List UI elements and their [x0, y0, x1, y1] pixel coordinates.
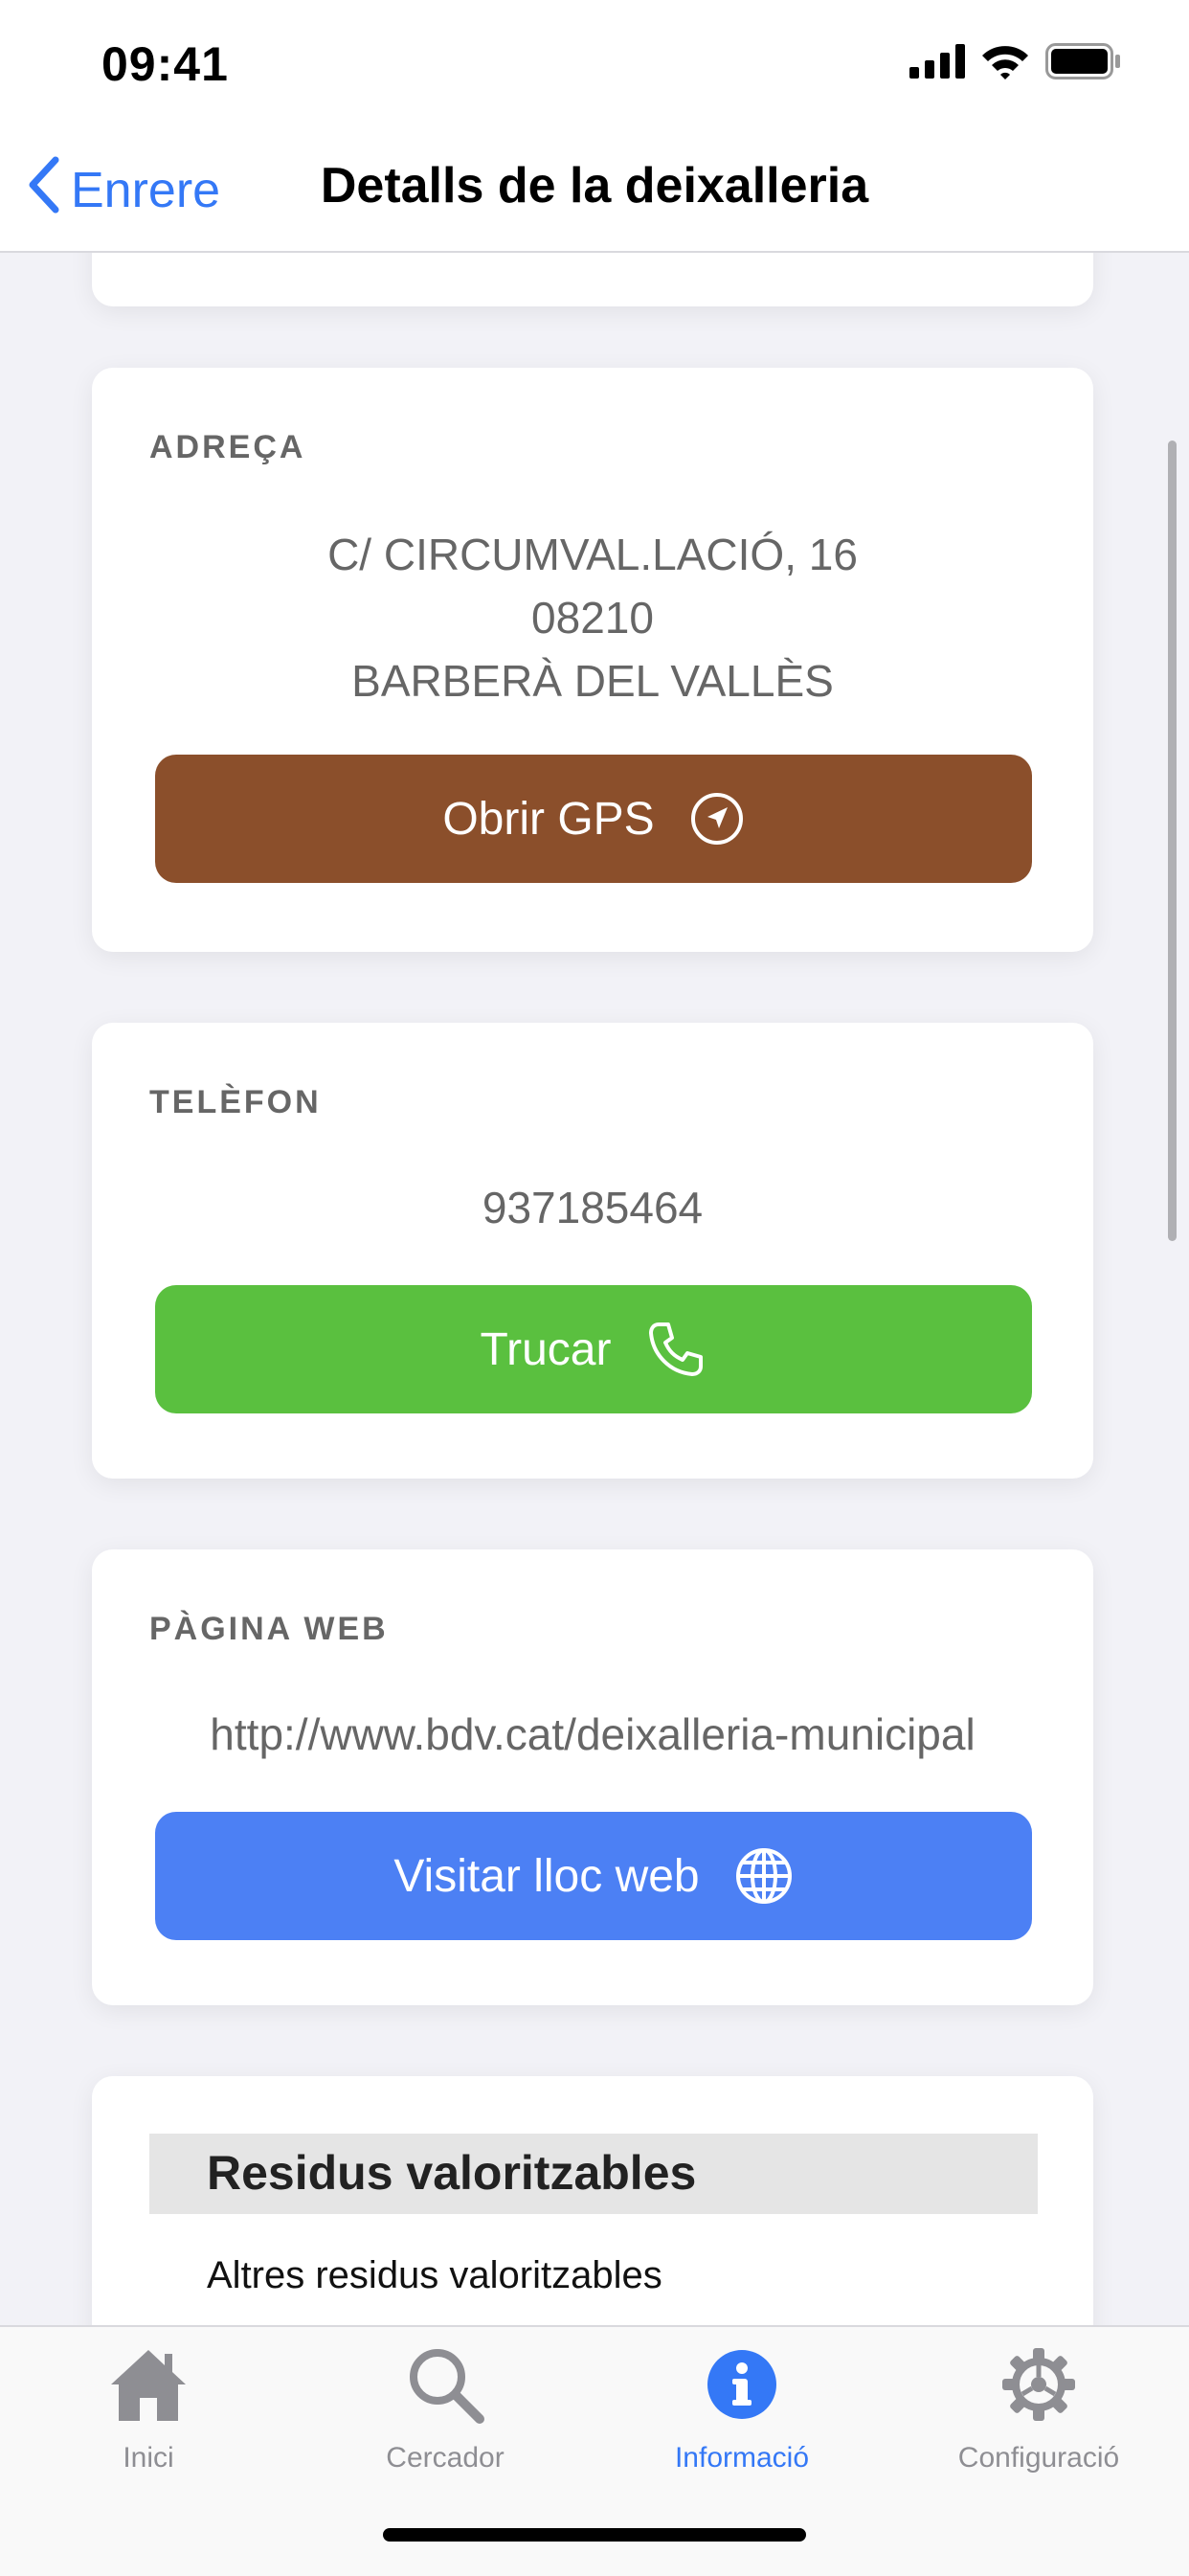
content-scroll[interactable]: ADREÇA C/ CIRCUMVAL.LACIÓ, 16 08210 BARB… [0, 253, 1189, 2325]
globe-icon [734, 1846, 794, 1906]
list-item: Altres residus valoritzables [207, 2254, 662, 2296]
tab-information[interactable]: Informació [594, 2340, 890, 2484]
status-time: 09:41 [101, 37, 229, 91]
phone-label: TELÈFON [149, 1084, 322, 1120]
navigation-bar: Enrere Detalls de la deixalleria [0, 134, 1189, 253]
tab-settings-label: Configuració [957, 2442, 1120, 2474]
tab-information-label: Informació [674, 2442, 810, 2474]
gear-icon [890, 2340, 1187, 2429]
search-icon [297, 2340, 594, 2429]
home-indicator[interactable] [383, 2528, 806, 2542]
address-line-3: BARBERÀ DEL VALLÈS [351, 656, 834, 706]
signal-icon [909, 43, 965, 83]
tab-search[interactable]: Cercador [297, 2340, 594, 2484]
phone-icon [645, 1319, 707, 1380]
navigation-arrow-icon [689, 791, 745, 847]
wifi-icon [980, 43, 1030, 84]
call-label: Trucar [480, 1323, 612, 1375]
page-title: Detalls de la deixalleria [320, 158, 869, 214]
visit-website-label: Visitar lloc web [393, 1850, 700, 1902]
section-title: Residus valoritzables [207, 2146, 697, 2200]
web-url[interactable]: http://www.bdv.cat/deixalleria-municipal [92, 1703, 1093, 1766]
phone-number: 937185464 [482, 1183, 704, 1232]
previous-card [92, 253, 1093, 306]
web-label: PÀGINA WEB [149, 1611, 389, 1647]
visit-website-button[interactable]: Visitar lloc web [155, 1812, 1032, 1940]
section-header: Residus valoritzables [149, 2134, 1038, 2214]
scroll-indicator[interactable] [1168, 441, 1177, 1241]
waste-card: Residus valoritzables Altres residus val… [92, 2076, 1093, 2325]
tab-settings[interactable]: Configuració [890, 2340, 1187, 2484]
battery-icon [1045, 42, 1122, 84]
call-button[interactable]: Trucar [155, 1285, 1032, 1413]
tab-search-label: Cercador [386, 2442, 505, 2474]
open-gps-label: Obrir GPS [442, 793, 655, 845]
tab-home[interactable]: Inici [0, 2340, 297, 2484]
tab-home-label: Inici [123, 2442, 174, 2474]
phone-card: TELÈFON 937185464 Trucar [92, 1023, 1093, 1479]
address-label: ADREÇA [149, 429, 306, 465]
web-card: PÀGINA WEB http://www.bdv.cat/deixalleri… [92, 1549, 1093, 2005]
address-line-1: C/ CIRCUMVAL.LACIÓ, 16 [327, 530, 858, 579]
info-icon [594, 2340, 890, 2429]
status-icons [909, 42, 1122, 84]
open-gps-button[interactable]: Obrir GPS [155, 755, 1032, 883]
home-icon [0, 2340, 297, 2429]
address-line-2: 08210 [531, 593, 654, 643]
address-card: ADREÇA C/ CIRCUMVAL.LACIÓ, 16 08210 BARB… [92, 368, 1093, 952]
status-bar: 09:41 [0, 0, 1189, 134]
